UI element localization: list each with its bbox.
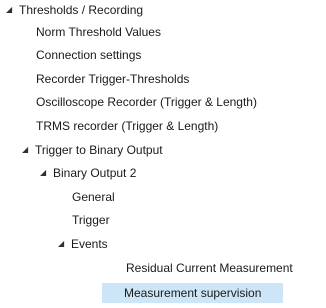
expand-caret-icon[interactable]: ◢: [58, 234, 69, 254]
tree-item-thresholds-recording[interactable]: ◢ Thresholds / Recording: [6, 0, 147, 20]
expand-caret-icon[interactable]: ◢: [6, 0, 17, 20]
tree-item-trms-recorder[interactable]: TRMS recorder (Trigger & Length): [34, 116, 222, 136]
tree-item-label: Trigger to Binary Output: [35, 143, 163, 157]
tree-item-trigger-to-binary-output[interactable]: ◢ Trigger to Binary Output: [22, 140, 167, 160]
tree-item-recorder-trigger-thresholds[interactable]: Recorder Trigger-Thresholds: [34, 69, 193, 89]
tree-item-trigger[interactable]: Trigger: [70, 210, 114, 230]
tree-item-label: Events: [71, 237, 108, 251]
tree-item-label: Recorder Trigger-Thresholds: [36, 72, 190, 86]
tree-item-label: Thresholds / Recording: [19, 3, 144, 17]
tree-item-events[interactable]: ◢ Events: [58, 234, 112, 254]
settings-tree: ◢ Thresholds / Recording Norm Threshold V…: [0, 0, 326, 308]
tree-item-label: Norm Threshold Values: [36, 25, 161, 39]
tree-item-label: General: [72, 190, 115, 204]
tree-item-general[interactable]: General: [70, 187, 119, 207]
tree-item-measurement-supervision[interactable]: Measurement supervision: [102, 283, 284, 303]
tree-item-oscilloscope-recorder[interactable]: Oscilloscope Recorder (Trigger & Length): [34, 92, 261, 112]
expand-caret-icon[interactable]: ◢: [22, 140, 33, 160]
tree-item-label: Oscilloscope Recorder (Trigger & Length): [36, 95, 257, 109]
tree-item-norm-threshold-values[interactable]: Norm Threshold Values: [34, 22, 165, 42]
tree-item-label: Connection settings: [36, 48, 142, 62]
tree-item-label: Binary Output 2: [53, 166, 137, 180]
tree-item-label: Measurement supervision: [102, 283, 284, 303]
tree-item-binary-output-2[interactable]: ◢ Binary Output 2: [40, 163, 140, 183]
tree-item-label: Trigger: [72, 213, 110, 227]
expand-caret-icon[interactable]: ◢: [40, 163, 51, 183]
tree-item-label: Residual Current Measurement: [126, 261, 293, 275]
tree-item-residual-current-measurement[interactable]: Residual Current Measurement: [124, 258, 297, 278]
tree-item-label: TRMS recorder (Trigger & Length): [36, 119, 219, 133]
tree-item-connection-settings[interactable]: Connection settings: [34, 45, 145, 65]
